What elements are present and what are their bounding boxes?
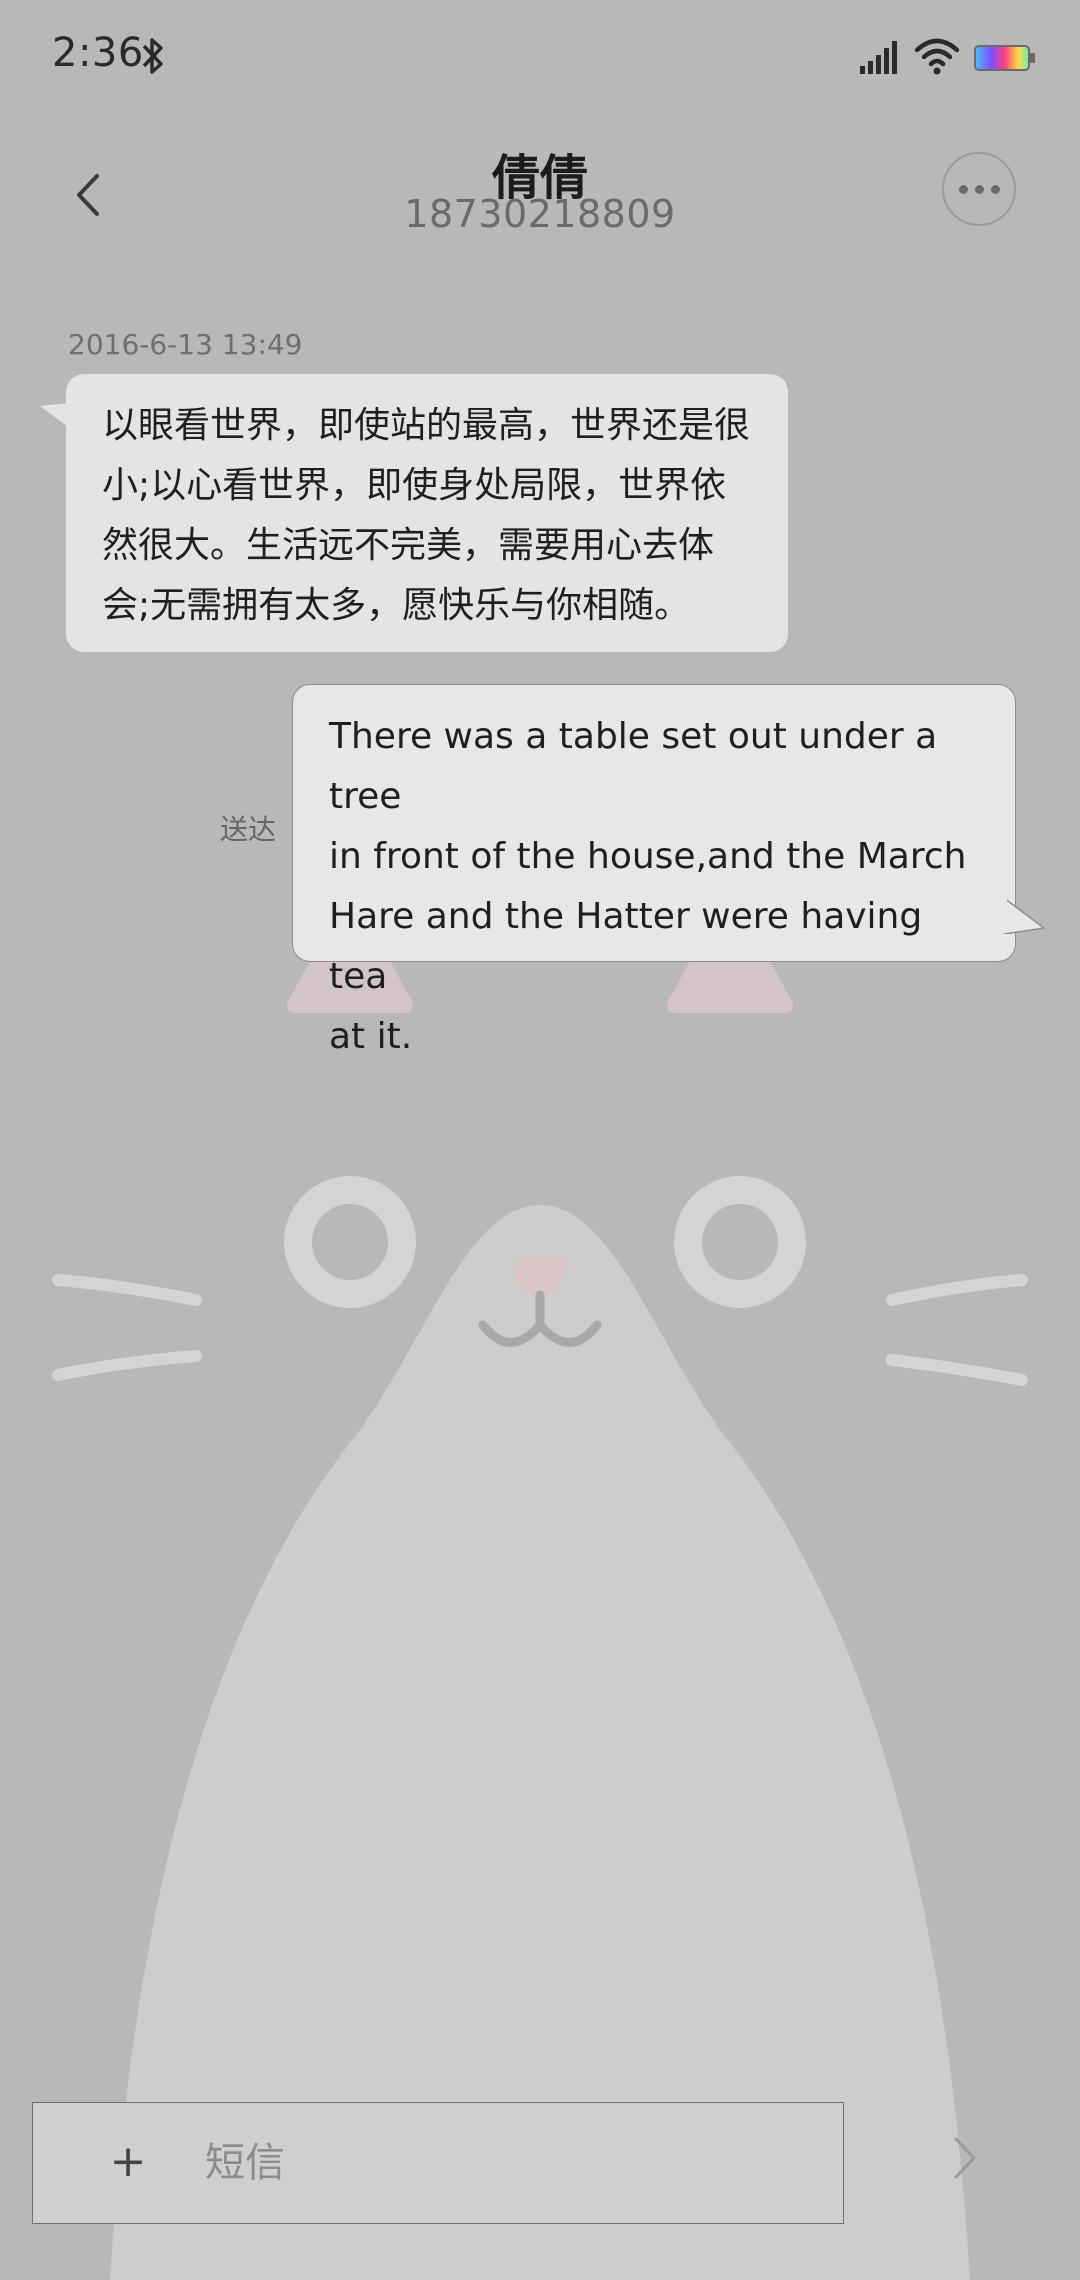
- battery-icon: [974, 45, 1035, 71]
- outgoing-message-bubble[interactable]: There was a table set out under a tree i…: [292, 684, 1016, 1057]
- message-line: 小;以心看世界，即使身处局限，世界依: [102, 465, 727, 506]
- outgoing-bubble-tail: [1004, 898, 1044, 934]
- conversation-header: 倩倩 18730218809: [0, 130, 1080, 250]
- message-line: 然很大。生活远不完美，需要用心去体: [102, 525, 715, 566]
- send-arrow-icon: [954, 2137, 976, 2179]
- message-line: at it.: [329, 1016, 413, 1057]
- message-composer: +: [32, 2102, 844, 2224]
- wifi-icon: [914, 38, 960, 75]
- message-line: There was a table set out under a tree: [329, 716, 938, 817]
- message-line: 以眼看世界，即使站的最高，世界还是很: [102, 405, 751, 446]
- delivery-status: 送达: [220, 813, 277, 846]
- status-bar: 2:36: [0, 0, 1080, 120]
- signal-icon: [860, 41, 897, 74]
- send-button[interactable]: [940, 2128, 990, 2188]
- incoming-message-bubble[interactable]: 以眼看世界，即使站的最高，世界还是很 小;以心看世界，即使身处局限，世界依 然很…: [66, 374, 788, 652]
- contact-number: 18730218809: [404, 192, 676, 236]
- more-options-button[interactable]: [942, 152, 1016, 226]
- sms-input[interactable]: [205, 2123, 805, 2203]
- message-line: 会;无需拥有太多，愿快乐与你相随。: [102, 585, 691, 626]
- attach-button[interactable]: +: [103, 2137, 153, 2187]
- bluetooth-icon: [142, 38, 163, 74]
- plus-icon: +: [109, 2136, 147, 2187]
- status-time: 2:36: [52, 30, 144, 76]
- more-options-icon: [974, 184, 984, 194]
- message-timestamp: 2016-6-13 13:49: [68, 328, 303, 361]
- messaging-screen: 2:36 倩倩 18730218809 2016-6-13 13:49 以眼看世…: [0, 0, 1080, 2280]
- more-options-icon: [958, 184, 968, 194]
- message-line: Hare and the Hatter were having tea: [329, 896, 923, 997]
- more-options-icon: [990, 184, 1000, 194]
- message-line: in front of the house,and the March: [329, 836, 967, 877]
